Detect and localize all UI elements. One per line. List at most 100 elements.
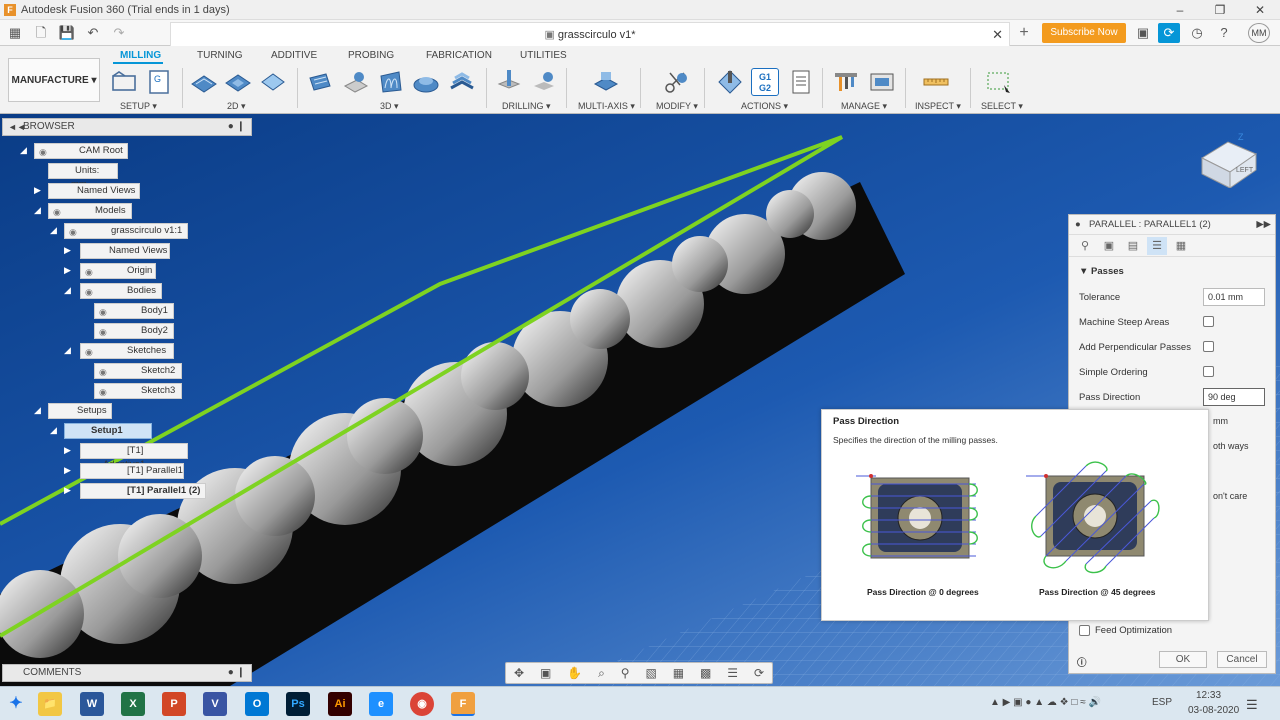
expand-icon[interactable]: ▶ [64,465,71,476]
minimize-icon[interactable]: – [1160,0,1200,20]
language-indicator[interactable]: ESP [1152,697,1172,708]
photoshop-icon[interactable]: Ps [286,692,310,716]
setup-folder-icon[interactable] [110,68,138,96]
browser-pin-icon[interactable]: ● ❙ [228,119,245,135]
expand-icon[interactable]: ▶ [64,265,71,276]
cancel-button[interactable]: Cancel [1217,651,1267,668]
expand-icon[interactable]: ◢ [64,285,71,296]
avatar[interactable]: MM [1248,23,1270,43]
file-explorer-icon[interactable]: 📁 [38,692,62,716]
heights-tab-icon[interactable]: ▤ [1123,237,1143,255]
pass-direction-input[interactable]: 90 deg [1203,388,1265,406]
linking-tab-icon[interactable]: ▦ [1171,237,1191,255]
save-icon[interactable]: 💾 [56,22,78,44]
tree-item-models[interactable]: ◉ Models [48,203,132,219]
tree-item-sketches[interactable]: ◉ Sketches [80,343,174,359]
tree-item-named-views-2[interactable]: Named Views [80,243,170,259]
refresh-icon[interactable]: ⟳ [754,666,764,680]
ok-button[interactable]: OK [1159,651,1207,668]
expand-icon[interactable]: ◢ [50,425,57,436]
tool-library-icon[interactable] [832,68,860,96]
chrome-icon[interactable]: ◉ [410,692,434,716]
comments-pin-icon[interactable]: ● ❙ [228,665,245,681]
file-icon[interactable]: 🗋 [30,22,52,44]
undo-icon[interactable]: ↶ [82,22,104,44]
grid-menu-icon[interactable]: ▦ [4,22,26,44]
collapse-icon[interactable]: ◄◄ [8,119,26,135]
group-setup[interactable]: SETUP ▾ [120,101,157,112]
tree-item-units[interactable]: Units: mm [48,163,118,190]
tray-icons[interactable]: ▲ ▶ ▣ ● ▲ ☁ ❖ □ ≈ 🔊 [990,697,1101,708]
visio-icon[interactable]: V [203,692,227,716]
tab-probing[interactable]: PROBING [348,50,394,61]
2d-adaptive-icon[interactable] [190,68,218,96]
group-select[interactable]: SELECT ▾ [981,101,1023,112]
group-2d[interactable]: 2D ▾ [227,101,246,112]
orbit-icon[interactable]: ✥ [514,666,524,680]
start-icon[interactable]: ✦ [4,692,28,716]
visibility-eye-icon[interactable]: ◉ [85,265,93,279]
tree-item-bodies[interactable]: ◉ Bodies [80,283,162,299]
group-manage[interactable]: MANAGE ▾ [841,101,887,112]
multi-axis-icon[interactable] [592,68,620,96]
feed-optimization-checkbox[interactable] [1079,625,1090,636]
expand-icon[interactable]: ▶ [64,445,71,456]
group-drilling[interactable]: DRILLING ▾ [502,101,551,112]
tree-item-named-views[interactable]: Named Views [48,183,140,199]
tree-item-cam-root[interactable]: ◉ CAM Root [34,143,128,159]
tab-milling[interactable]: MILLING [120,50,161,61]
section-passes[interactable]: ▼ Passes [1079,266,1124,277]
document-tab[interactable]: ▣ grasscirculo v1* ✕ [170,22,1010,46]
effects-icon[interactable]: ☰ [727,666,738,680]
powerpoint-icon[interactable]: P [162,692,186,716]
tree-item-parallel1-2[interactable]: [T1] Parallel1 (2) [80,483,206,499]
fusion360-taskbar-icon[interactable]: F [451,692,475,716]
visibility-eye-icon[interactable]: ◉ [69,225,77,239]
modify-scissors-icon[interactable] [662,68,690,96]
tab-turning[interactable]: TURNING [197,50,243,61]
tree-item-parallel1[interactable]: [T1] Parallel1 [80,463,184,479]
browser-header[interactable]: ◄◄ BROWSER ● ❙ [2,118,252,136]
3d-scallop-icon[interactable] [448,68,476,96]
fit-icon[interactable]: ⚲ [621,666,630,680]
expand-dialog-icon[interactable]: ▶▶ [1256,215,1271,235]
perpendicular-checkbox[interactable] [1203,341,1214,352]
look-at-icon[interactable]: ▣ [540,666,551,680]
expand-icon[interactable]: ◢ [34,405,41,416]
setup-sheet-icon[interactable]: G [145,68,173,96]
help-icon[interactable]: ? [1213,23,1235,43]
outlook-icon[interactable]: O [245,692,269,716]
info-icon[interactable]: ⓘ [1077,655,1087,669]
tab-utilities[interactable]: UTILITIES [520,50,567,61]
visibility-eye-icon[interactable]: ◉ [53,205,61,219]
select-window-icon[interactable] [985,68,1013,96]
tab-fabrication[interactable]: FABRICATION [426,50,492,61]
group-multi-axis[interactable]: MULTI-AXIS ▾ [578,101,635,112]
setup-sheet-action-icon[interactable] [787,68,815,96]
expand-icon[interactable]: ◢ [20,145,27,156]
stepover-input[interactable]: mm [1209,413,1271,431]
group-inspect[interactable]: INSPECT ▾ [915,101,961,112]
passes-tab-icon[interactable]: ☰ [1147,236,1167,255]
steep-areas-checkbox[interactable] [1203,316,1214,327]
visibility-eye-icon[interactable]: ◉ [85,285,93,299]
2d-pocket-icon[interactable] [224,68,252,96]
3d-adaptive-icon[interactable] [306,68,334,96]
group-modify[interactable]: MODIFY ▾ [656,101,698,112]
tree-item-grasscirculo[interactable]: ◉ grasscirculo v1:1 [64,223,188,239]
notifications-icon[interactable]: ☰ [1246,697,1258,713]
excel-icon[interactable]: X [121,692,145,716]
dialog-stop-icon[interactable]: ● [1075,215,1081,235]
order-select[interactable]: on't care [1209,488,1271,506]
tab-additive[interactable]: ADDITIVE [271,50,317,61]
3d-contour-icon[interactable] [412,68,440,96]
close-window-icon[interactable]: ✕ [1240,0,1280,20]
simulate-icon[interactable] [716,68,744,96]
workspace-switcher[interactable]: MANUFACTURE ▾ [8,58,100,102]
tree-item-body2[interactable]: ◉ Body2 [94,323,174,339]
restore-icon[interactable]: ❐ [1200,0,1240,20]
hole-recognition-icon[interactable] [530,68,558,96]
expand-icon[interactable]: ◢ [50,225,57,236]
job-status-icon[interactable]: ◷ [1186,23,1208,43]
dialog-header[interactable]: ● PARALLEL : PARALLEL1 (2) ▶▶ [1069,215,1275,235]
